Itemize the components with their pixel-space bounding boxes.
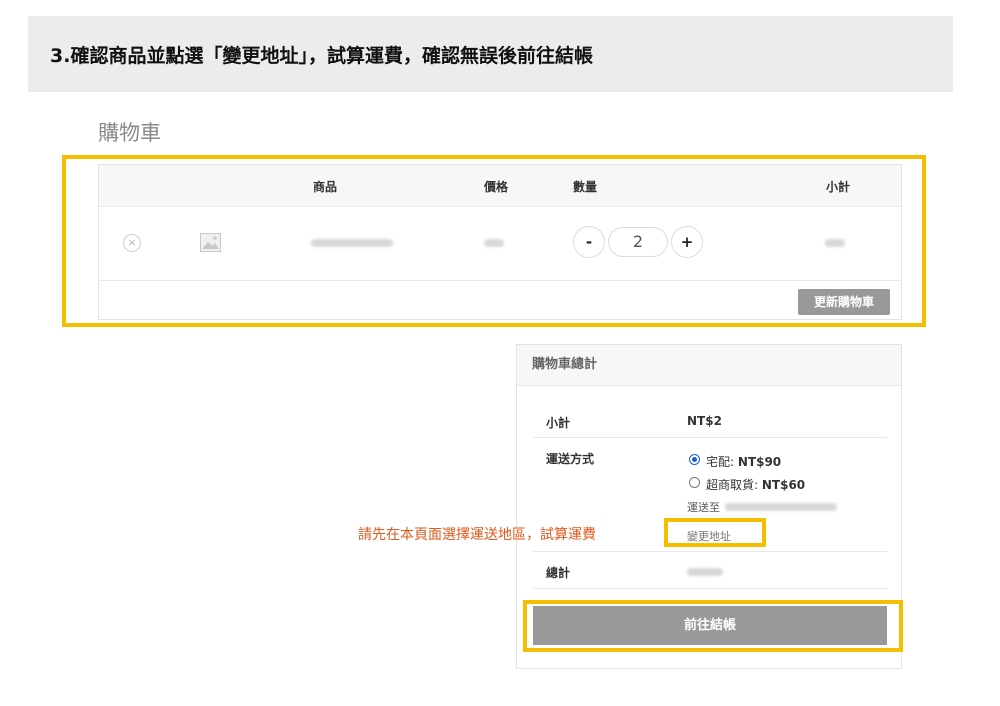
subtotal-value: NT$2 xyxy=(687,414,722,428)
shipping-note: 請先在本頁面選擇運送地區，試算運費 xyxy=(358,527,596,543)
step-title: 3.確認商品並點選「變更地址」，試算運費，確認無誤後前往結帳 xyxy=(50,44,593,67)
checkout-highlight-frame xyxy=(523,600,903,652)
radio-home-delivery[interactable] xyxy=(689,454,700,465)
divider xyxy=(533,551,887,552)
home-delivery-label: 宅配: xyxy=(706,455,735,469)
home-delivery-price: NT$90 xyxy=(737,455,782,469)
ship-to-label: 運送至 xyxy=(687,501,720,514)
instruction-banner: 3.確認商品並點選「變更地址」，試算運費，確認無誤後前往結帳 xyxy=(28,16,953,92)
divider xyxy=(533,588,887,589)
total-label: 總計 xyxy=(546,566,571,580)
cart-totals-title: 購物車總計 xyxy=(517,345,901,386)
cart-highlight-frame xyxy=(62,155,926,327)
total-value-redacted xyxy=(687,568,723,576)
change-address-highlight-frame xyxy=(664,518,766,547)
shipping-label: 運送方式 xyxy=(546,452,595,466)
divider xyxy=(533,437,887,438)
store-pickup-price: NT$60 xyxy=(761,478,806,492)
cart-title: 購物車 xyxy=(98,121,161,145)
store-pickup-label: 超商取貨: xyxy=(706,478,759,492)
radio-store-pickup[interactable] xyxy=(689,477,700,488)
address-redacted xyxy=(725,503,837,511)
subtotal-label: 小計 xyxy=(546,416,571,430)
